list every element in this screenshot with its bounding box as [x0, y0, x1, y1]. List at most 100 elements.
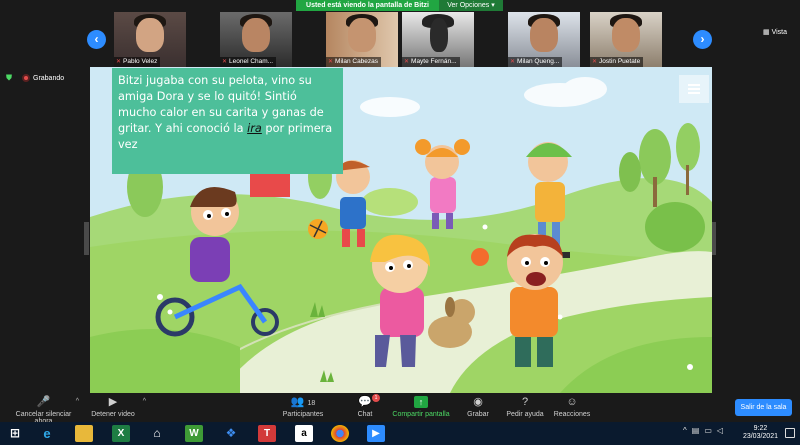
recording-label: Grabando — [33, 74, 65, 82]
participant-name-tag: ✕ Mayte Fernán... — [402, 57, 460, 67]
muted-mic-icon: ✕ — [116, 59, 122, 65]
store-icon[interactable]: ⌂ — [148, 425, 166, 442]
participant-strip: ‹ ✕ Pablo Velez ✕ Leonel Cham... ✕ Milan Ca… — [0, 12, 800, 67]
participant-face — [430, 18, 448, 52]
muted-mic-icon: ✕ — [404, 59, 410, 65]
participant-name-tag: ✕ Pablo Velez — [114, 57, 161, 67]
chevron-up-icon[interactable]: ^ — [76, 398, 79, 405]
reactions-button[interactable]: ☺ Reacciones — [553, 396, 591, 418]
record-button[interactable]: ◉ Grabar — [466, 396, 490, 418]
grid-icon: ▦ — [763, 29, 770, 36]
view-button[interactable]: ▦ Vista — [763, 28, 787, 36]
help-label: Pedir ayuda — [506, 411, 544, 418]
record-icon: ◉ — [473, 396, 483, 408]
chevron-right-icon: › — [700, 32, 705, 46]
chat-label: Chat — [357, 411, 373, 418]
share-up-arrow-icon: ↑ — [414, 396, 428, 408]
share-label: Compartir pantalla — [392, 411, 450, 418]
participant-name-tag: ✕ Jostin Puetate — [590, 57, 644, 67]
participant-tile[interactable]: ✕ Pablo Velez — [114, 12, 186, 67]
taskbar-clock[interactable]: 9:22 23/03/2021 — [743, 425, 778, 441]
participant-face — [348, 18, 376, 52]
mic-off-icon: 🎤 — [36, 396, 51, 408]
muted-mic-icon: ✕ — [510, 59, 516, 65]
view-options-button[interactable]: Ver Opciones ▾ — [439, 0, 503, 11]
system-tray: ^ ▤ ▭ ◁ — [683, 426, 723, 435]
recording-indicator: ⛊ Grabando — [6, 73, 64, 83]
network-icon[interactable]: ▤ — [692, 426, 700, 435]
participant-face — [612, 18, 640, 52]
participant-tile[interactable]: ✕ Milan Queng... — [508, 12, 580, 67]
excel-icon[interactable]: X — [112, 425, 130, 442]
windows-start-icon[interactable]: ⊞ — [6, 425, 24, 442]
hamburger-icon — [688, 84, 700, 86]
clock-date: 23/03/2021 — [742, 433, 778, 440]
mute-button[interactable]: 🎤 Cancelar silenciar ahora ^ — [6, 396, 81, 425]
participant-name-tag: ✕ Milan Cabezas — [326, 57, 382, 67]
caption-emphasis: ira — [247, 122, 262, 135]
next-page-button[interactable]: › — [693, 30, 712, 49]
video-label: Detener video — [91, 411, 135, 418]
chrome-icon[interactable] — [331, 425, 349, 442]
file-explorer-icon[interactable] — [75, 425, 93, 442]
stop-video-button[interactable]: ▶ Detener video ^ — [88, 396, 146, 418]
zoom-icon[interactable]: ▶ — [367, 425, 385, 442]
ask-help-button[interactable]: ? Pedir ayuda — [505, 396, 545, 418]
reactions-label: Reacciones — [553, 411, 591, 418]
participants-count: 18 — [307, 400, 316, 407]
participant-name: Jostin Puetate — [599, 58, 641, 65]
participants-label: Participantes — [282, 411, 324, 418]
participant-name: Milan Queng... — [517, 58, 560, 65]
share-banner: Usted está viendo la pantalla de Bitzi V… — [296, 0, 503, 11]
volume-icon[interactable]: ◁ — [717, 426, 723, 435]
participant-face — [242, 18, 270, 52]
chat-badge: 1 — [372, 394, 380, 402]
chevron-left-icon: ‹ — [94, 32, 99, 46]
chevron-up-icon[interactable]: ^ — [143, 398, 146, 405]
t-app-icon[interactable]: T — [258, 425, 276, 442]
participant-name-tag: ✕ Leonel Cham... — [220, 57, 277, 67]
left-scroll-handle[interactable] — [84, 222, 89, 255]
muted-mic-icon: ✕ — [592, 59, 598, 65]
participant-tile[interactable]: ✕ Leonel Cham... — [220, 12, 292, 67]
share-status-label: Usted está viendo la pantalla de Bitzi — [296, 0, 439, 11]
leave-room-button[interactable]: Salir de la sala — [735, 399, 792, 416]
shared-screen: Bitzi jugaba con su pelota, vino su amig… — [90, 67, 712, 393]
participant-tile[interactable]: ✕ Mayte Fernán... — [402, 12, 474, 67]
notification-icon[interactable] — [785, 428, 795, 438]
help-icon: ? — [521, 396, 529, 408]
muted-mic-icon: ✕ — [328, 59, 334, 65]
dropbox-icon[interactable]: ❖ — [222, 425, 240, 442]
slide-menu-button[interactable] — [679, 75, 709, 103]
participant-tile[interactable]: ✕ Milan Cabezas — [326, 12, 398, 67]
participant-name: Milan Cabezas — [335, 58, 379, 65]
participant-face — [530, 18, 558, 52]
battery-icon[interactable]: ▭ — [704, 426, 712, 435]
wps-writer-icon[interactable]: W — [185, 425, 203, 442]
participants-button[interactable]: 👥 18 Participantes — [281, 396, 325, 418]
hamburger-icon-line — [688, 88, 700, 90]
clock-time: 9:22 — [753, 425, 768, 432]
internet-explorer-icon[interactable]: e — [38, 425, 56, 442]
camera-icon: ▶ — [108, 396, 118, 408]
people-icon: 👥 18 — [290, 396, 316, 408]
muted-mic-icon: ✕ — [222, 59, 228, 65]
meeting-toolbar: 🎤 Cancelar silenciar ahora ^ ▶ Detener v… — [0, 394, 800, 425]
shield-icon: ⛊ — [6, 73, 12, 82]
amazon-icon[interactable]: a — [295, 425, 313, 442]
participant-name: Pablo Velez — [123, 58, 158, 65]
chevron-up-icon[interactable]: ^ — [683, 426, 687, 435]
view-options-label: Ver Opciones — [447, 2, 490, 9]
windows-taskbar: ⊞ e X ⌂ W ❖ T a ▶ ^ ▤ ▭ ◁ 9:22 23/03/202… — [0, 422, 800, 445]
story-caption: Bitzi jugaba con su pelota, vino su amig… — [112, 68, 343, 174]
record-label: Grabar — [467, 411, 489, 418]
participant-name-tag: ✕ Milan Queng... — [508, 57, 563, 67]
zoom-window: Usted está viendo la pantalla de Bitzi V… — [0, 0, 800, 445]
share-screen-button[interactable]: ↑ Compartir pantalla — [391, 396, 451, 418]
participant-name: Mayte Fernán... — [411, 58, 457, 65]
hamburger-icon-line — [688, 92, 700, 94]
record-dot-icon — [22, 74, 30, 82]
chat-button[interactable]: 💬 1 Chat — [354, 394, 380, 418]
prev-page-button[interactable]: ‹ — [87, 30, 106, 49]
participant-tile[interactable]: ✕ Jostin Puetate — [590, 12, 662, 67]
